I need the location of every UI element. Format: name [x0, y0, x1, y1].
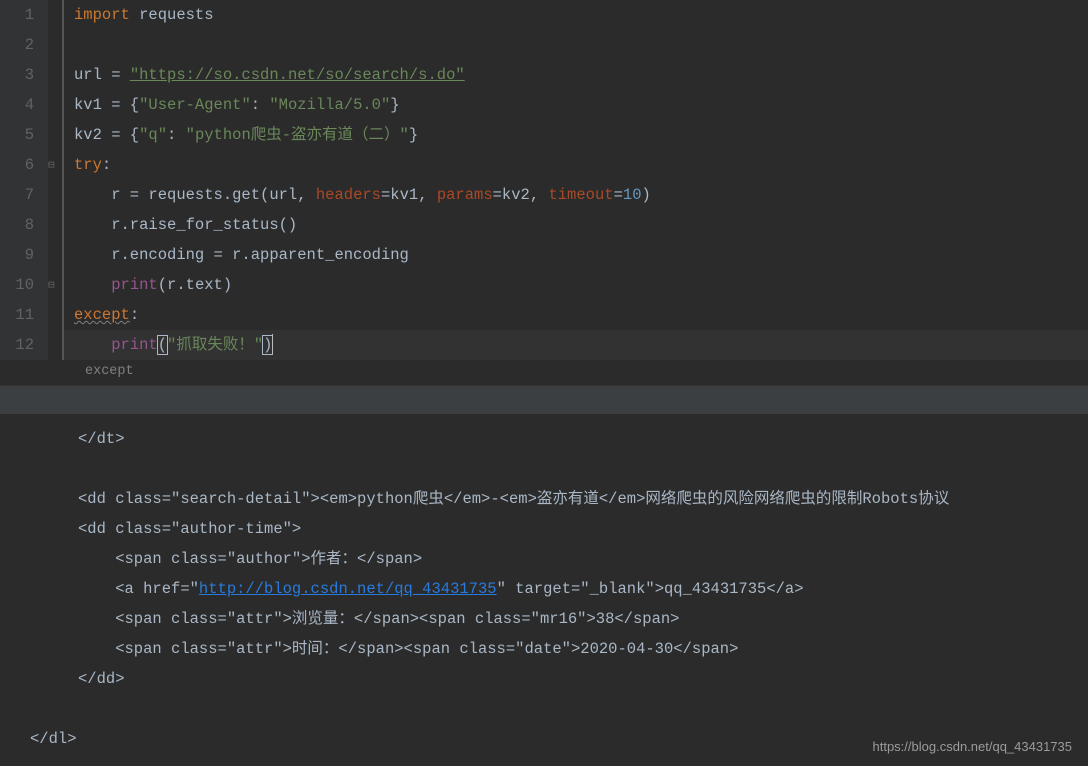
line-number: 11: [10, 300, 34, 330]
fold-marker-icon[interactable]: ⊟: [48, 158, 55, 172]
fold-marker-icon[interactable]: ⊟: [48, 278, 55, 292]
line-number: 10: [10, 270, 34, 300]
console-line: <dd class="search-detail"><em>python爬虫</…: [0, 484, 1088, 514]
code-line-active: print("抓取失败！"): [64, 330, 1088, 360]
line-number: 2: [10, 30, 34, 60]
console-toolbar: [0, 386, 1088, 414]
console-line: <span class="attr">时间：</span><span class…: [0, 634, 1088, 664]
line-number: 3: [10, 60, 34, 90]
fold-gutter: ⊟ ⊟: [48, 0, 62, 360]
code-line: r = requests.get(url, headers=kv1, param…: [64, 180, 1088, 210]
line-number: 12: [10, 330, 34, 360]
code-line: r.raise_for_status(): [64, 210, 1088, 240]
line-number: 6: [10, 150, 34, 180]
code-line: import requests: [64, 0, 1088, 30]
code-line: kv1 = {"User-Agent": "Mozilla/5.0"}: [64, 90, 1088, 120]
breadcrumb-item: except: [85, 364, 134, 379]
line-number: 8: [10, 210, 34, 240]
code-line: print(r.text): [64, 270, 1088, 300]
code-content[interactable]: import requests url = "https://so.csdn.n…: [62, 0, 1088, 360]
code-line: [64, 30, 1088, 60]
line-number: 5: [10, 120, 34, 150]
line-number-gutter: 1 2 3 4 5 6 7 8 9 10 11 12: [0, 0, 48, 360]
console-line: </dd>: [0, 664, 1088, 694]
console-line: [0, 454, 1088, 484]
code-line: url = "https://so.csdn.net/so/search/s.d…: [64, 60, 1088, 90]
console-line: [0, 694, 1088, 724]
code-editor[interactable]: 1 2 3 4 5 6 7 8 9 10 11 12 ⊟ ⊟ import re…: [0, 0, 1088, 360]
console-line: <span class="author">作者：</span>: [0, 544, 1088, 574]
watermark-text: https://blog.csdn.net/qq_43431735: [873, 739, 1073, 754]
code-line: r.encoding = r.apparent_encoding: [64, 240, 1088, 270]
code-line: kv2 = {"q": "python爬虫-盗亦有道（二）"}: [64, 120, 1088, 150]
console-line: <span class="attr">浏览量：</span><span clas…: [0, 604, 1088, 634]
console-line: <dd class="author-time">: [0, 514, 1088, 544]
code-line: except:: [64, 300, 1088, 330]
console-url-link[interactable]: http://blog.csdn.net/qq_43431735: [199, 580, 497, 598]
line-number: 9: [10, 240, 34, 270]
line-number: 7: [10, 180, 34, 210]
console-output[interactable]: </dt> <dd class="search-detail"><em>pyth…: [0, 386, 1088, 754]
console-line: </dt>: [0, 424, 1088, 454]
text-cursor: [272, 334, 273, 354]
line-number: 4: [10, 90, 34, 120]
code-line: try:: [64, 150, 1088, 180]
breadcrumb[interactable]: except: [0, 360, 1088, 386]
console-line: <a href="http://blog.csdn.net/qq_4343173…: [0, 574, 1088, 604]
line-number: 1: [10, 0, 34, 30]
